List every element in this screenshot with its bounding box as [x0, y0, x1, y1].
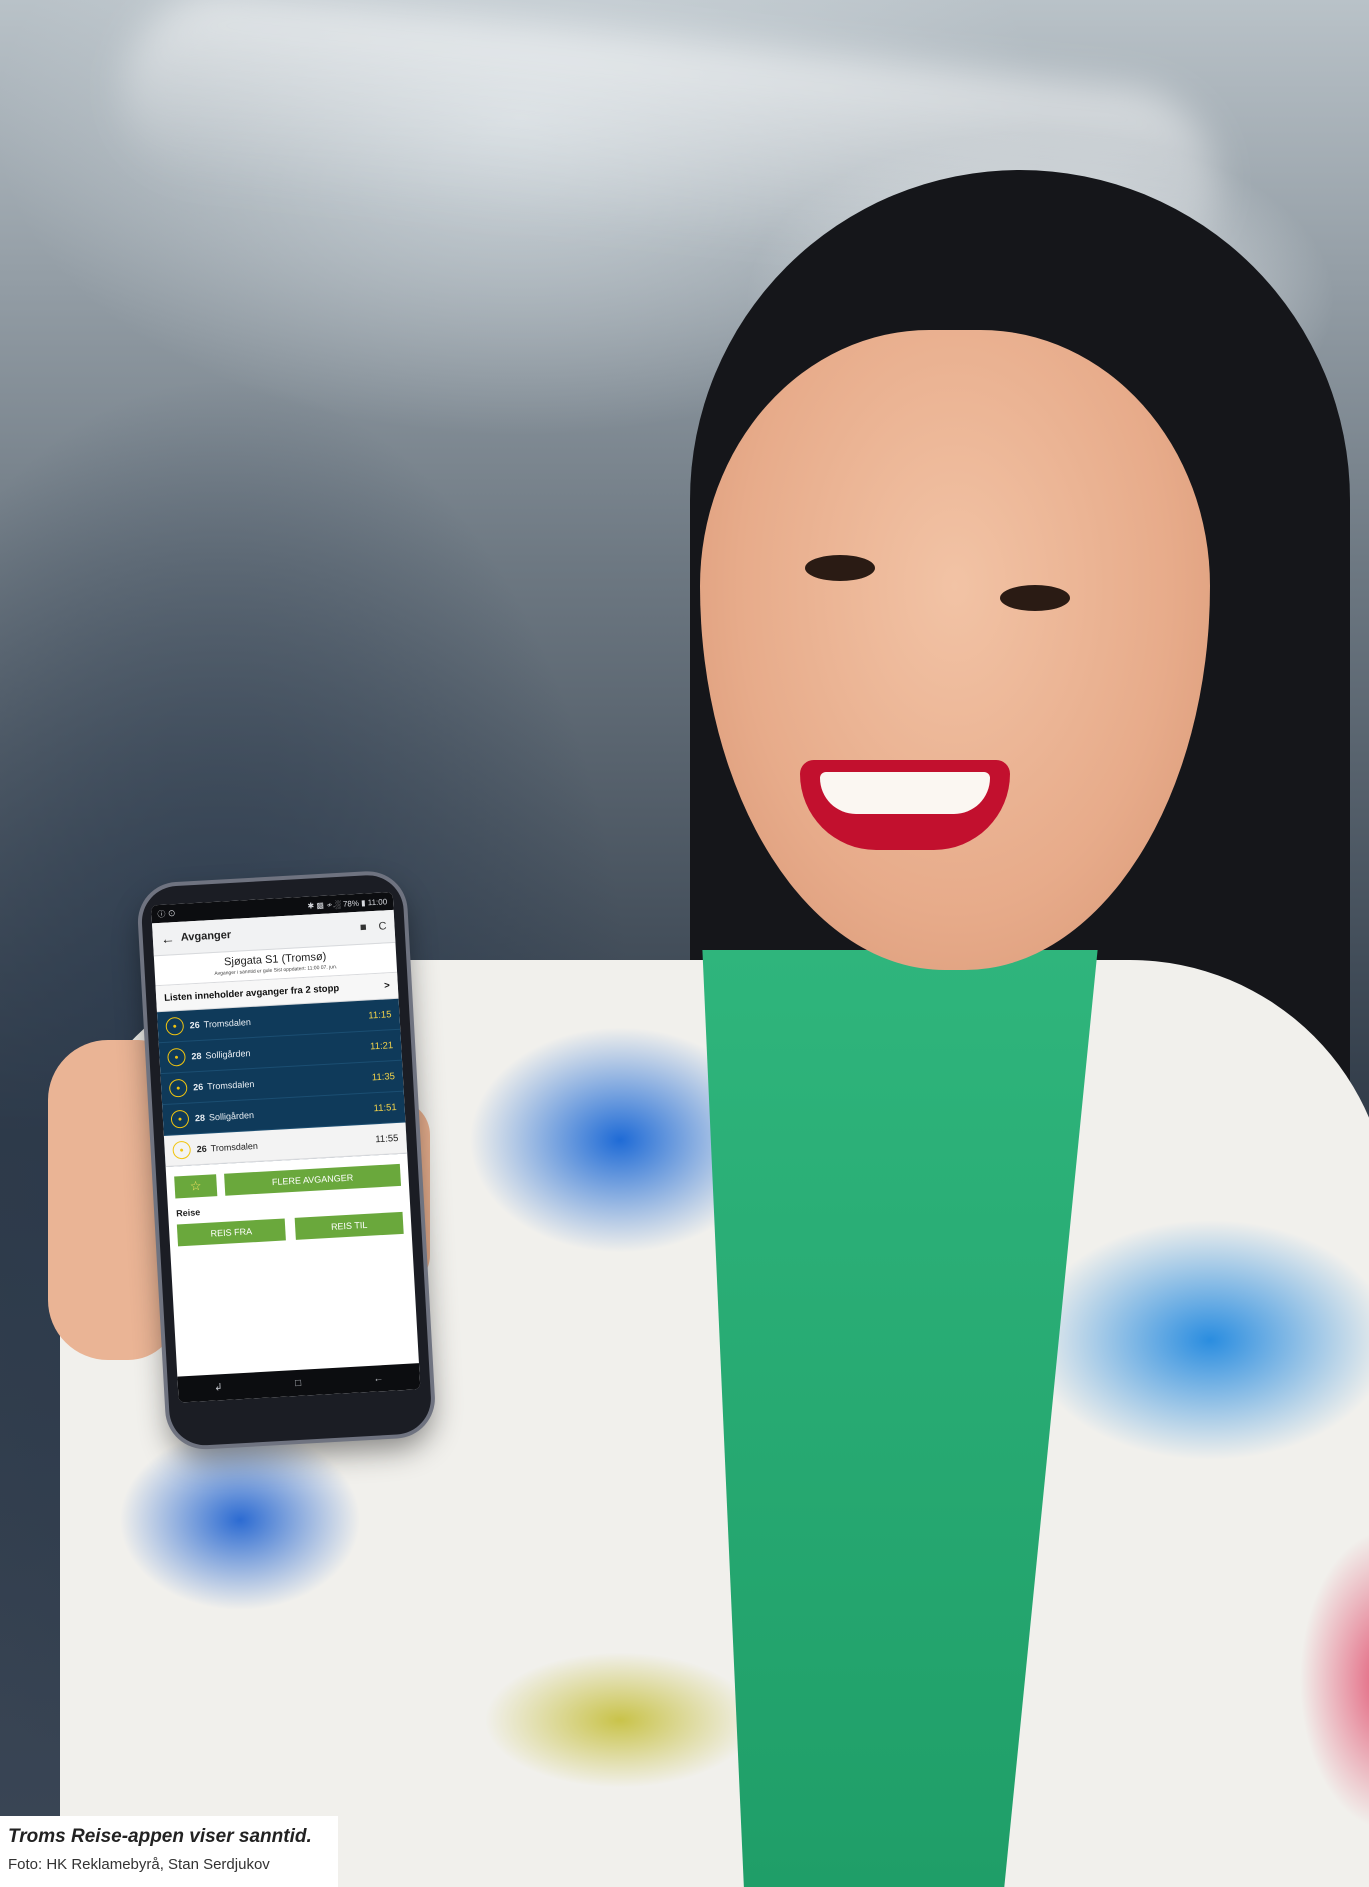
travel-from-button[interactable]: REIS FRA	[176, 1218, 286, 1247]
departure-time: 11:51	[373, 1101, 397, 1114]
more-departures-button[interactable]: FLERE AVGANGER	[224, 1163, 402, 1196]
android-nav-bar: ↲ □ ←	[177, 1363, 421, 1403]
departure-line: 26	[189, 1019, 201, 1031]
departure-line: 26	[192, 1081, 204, 1093]
bus-icon: ●	[172, 1140, 192, 1160]
chevron-right-icon: >	[383, 980, 391, 992]
map-icon[interactable]: ■	[360, 921, 367, 933]
departure-time: 11:55	[375, 1132, 399, 1145]
departure-line: 26	[196, 1143, 207, 1155]
caption-headline: Troms Reise-appen viser sanntid.	[8, 1826, 312, 1847]
bus-icon: ●	[170, 1109, 190, 1129]
photo-credit: Foto: HK Reklamebyrå, Stan Serdjukov	[8, 1856, 270, 1873]
departure-line: 28	[191, 1050, 202, 1062]
bus-icon: ●	[165, 1016, 185, 1036]
right-eye	[1000, 585, 1070, 611]
home-icon[interactable]: □	[295, 1377, 302, 1388]
departure-list: ● 26 Tromsdalen 11:15 ● 28 Solligården 1…	[156, 998, 408, 1168]
stops-notice-text: Listen inneholder avganger fra 2 stopp	[163, 983, 340, 1004]
departure-destination: Solligården	[208, 1110, 255, 1123]
departure-time: 11:15	[368, 1008, 392, 1021]
phone-screen: ⓘ ⊙ ✱ ▩ ≁.░ 78% ▮ 11:00 ← Avganger ■ C S…	[150, 891, 421, 1403]
bus-icon: ●	[167, 1047, 186, 1067]
smartphone: ⓘ ⊙ ✱ ▩ ≁.░ 78% ▮ 11:00 ← Avganger ■ C S…	[140, 873, 433, 1448]
refresh-icon[interactable]: C	[378, 920, 387, 932]
recent-apps-icon[interactable]: ↲	[214, 1382, 223, 1393]
departure-destination: Solligården	[205, 1048, 251, 1061]
departure-destination: Tromsdalen	[206, 1078, 255, 1092]
departure-time: 11:35	[371, 1070, 396, 1083]
departure-time: 11:21	[369, 1039, 394, 1052]
departure-destination: Tromsdalen	[210, 1140, 259, 1154]
photo-caption: Troms Reise-appen viser sanntid. Foto: H…	[0, 1816, 338, 1887]
back-icon[interactable]: ←	[373, 1373, 384, 1385]
favorite-star-icon[interactable]: ☆	[174, 1174, 218, 1199]
status-left-icons: ⓘ ⊙	[157, 908, 176, 919]
back-arrow-icon[interactable]: ←	[160, 930, 181, 947]
travel-to-button[interactable]: REIS TIL	[294, 1211, 404, 1240]
left-eye	[805, 555, 875, 581]
bus-icon: ●	[168, 1078, 188, 1098]
app-title: Avganger	[180, 928, 232, 944]
status-right-icons: ✱ ▩ ≁.░ 78% ▮ 11:00	[307, 896, 388, 911]
departure-destination: Tromsdalen	[203, 1017, 252, 1030]
app-bar-actions: ■ C	[360, 920, 387, 933]
teeth	[820, 772, 990, 814]
departure-line: 28	[194, 1112, 206, 1124]
